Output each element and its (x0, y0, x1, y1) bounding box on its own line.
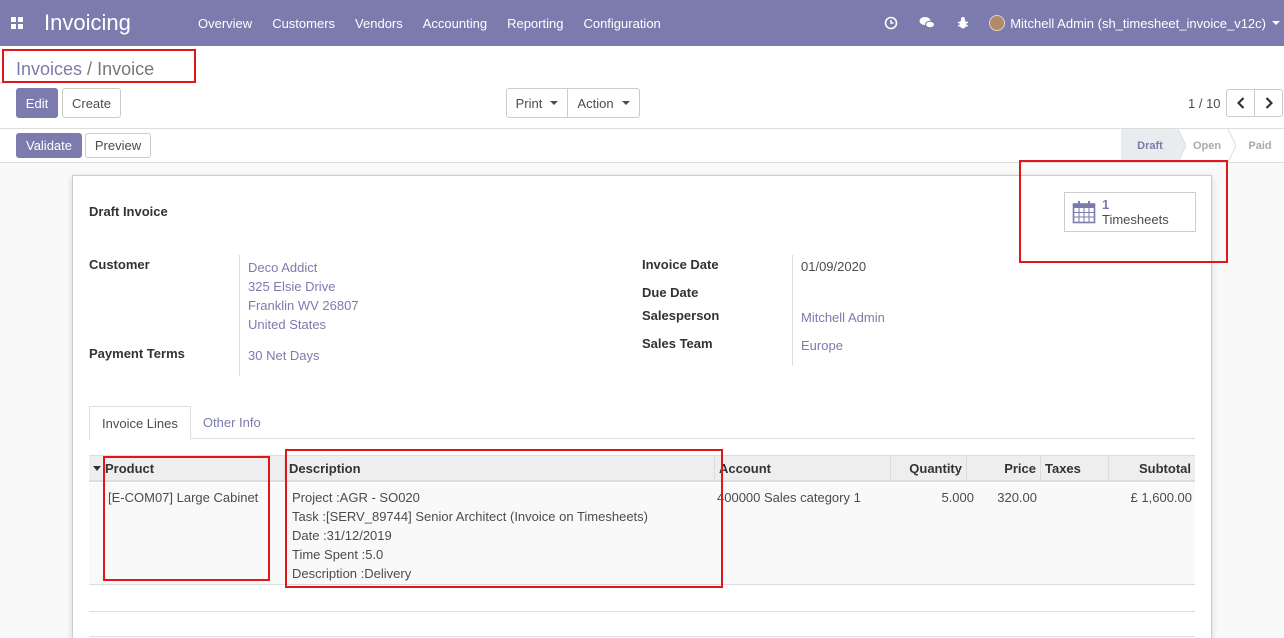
chevron-down-icon (1272, 21, 1280, 25)
validate-button[interactable]: Validate (16, 133, 82, 158)
stage-arrow-icon (1228, 129, 1236, 162)
column-price[interactable]: Price (967, 456, 1041, 481)
top-navbar: Invoicing Overview Customers Vendors Acc… (0, 0, 1284, 46)
salesperson-value[interactable]: Mitchell Admin (801, 310, 885, 325)
menu-overview[interactable]: Overview (188, 16, 262, 31)
payment-terms-value[interactable]: 30 Net Days (248, 348, 320, 363)
stage-arrow-icon (1178, 129, 1186, 162)
pager-previous-button[interactable] (1226, 89, 1255, 117)
column-taxes[interactable]: Taxes (1041, 456, 1109, 481)
avatar (989, 15, 1006, 31)
highlight-breadcrumb (2, 49, 196, 83)
chevron-left-icon (1236, 97, 1244, 109)
sort-caret-icon (93, 466, 101, 471)
column-quantity[interactable]: Quantity (891, 456, 967, 481)
row-price: 320.00 (997, 490, 1037, 505)
chevron-down-icon (550, 101, 559, 105)
print-dropdown[interactable]: Print (506, 88, 568, 118)
payment-terms-label: Payment Terms (89, 346, 185, 361)
invoice-date-label: Invoice Date (642, 257, 719, 272)
sales-team-value[interactable]: Europe (801, 338, 843, 353)
notebook-tabs: Invoice Lines Other Info (89, 406, 1195, 440)
customer-label: Customer (89, 257, 150, 272)
customer-address[interactable]: Deco Addict 325 Elsie Drive Franklin WV … (248, 258, 359, 334)
row-subtotal: £ 1,600.00 (1130, 490, 1192, 505)
main-menu: Overview Customers Vendors Accounting Re… (188, 16, 671, 31)
row-quantity: 5.000 (941, 490, 974, 505)
app-title: Invoicing (44, 10, 131, 35)
row-account: 400000 Sales category 1 (717, 490, 861, 505)
field-divider (239, 255, 240, 376)
invoice-title: Draft Invoice (89, 204, 168, 219)
highlight-product (103, 456, 270, 581)
pager-next-button[interactable] (1254, 89, 1283, 117)
edit-button[interactable]: Edit (16, 88, 58, 118)
action-label: Action (577, 95, 614, 111)
menu-reporting[interactable]: Reporting (497, 16, 573, 31)
preview-button[interactable]: Preview (85, 133, 151, 158)
chevron-down-icon (621, 101, 630, 105)
pager-counter[interactable]: 1 / 10 (1188, 96, 1221, 111)
highlight-description (285, 449, 723, 588)
column-account[interactable]: Account (715, 456, 891, 481)
field-divider (792, 255, 793, 366)
menu-accounting[interactable]: Accounting (413, 16, 497, 31)
user-menu[interactable]: Mitchell Admin (sh_timesheet_invoice_v12… (981, 15, 1284, 31)
stage-draft[interactable]: Draft (1121, 129, 1179, 162)
menu-vendors[interactable]: Vendors (345, 16, 413, 31)
activity-clock-icon[interactable] (873, 16, 909, 30)
due-date-label: Due Date (642, 285, 699, 300)
action-dropdown[interactable]: Action (567, 88, 640, 118)
debug-bug-icon[interactable] (945, 16, 981, 30)
menu-customers[interactable]: Customers (262, 16, 345, 31)
tab-other-info[interactable]: Other Info (191, 406, 273, 439)
customer-name: Deco Addict (248, 260, 318, 275)
sales-team-label: Sales Team (642, 336, 713, 351)
customer-street: 325 Elsie Drive (248, 279, 336, 294)
stage-paid[interactable]: Paid (1236, 129, 1284, 162)
tab-invoice-lines[interactable]: Invoice Lines (89, 406, 191, 440)
user-name: Mitchell Admin (sh_timesheet_invoice_v12… (1010, 15, 1266, 31)
menu-configuration[interactable]: Configuration (573, 16, 670, 31)
highlight-timesheets (1019, 160, 1228, 263)
table-row-divider (89, 611, 1195, 612)
stage-open[interactable]: Open (1186, 129, 1228, 162)
customer-city: Franklin WV 26807 (248, 298, 359, 313)
column-subtotal[interactable]: Subtotal (1109, 456, 1195, 481)
table-row-divider (89, 636, 1195, 637)
salesperson-label: Salesperson (642, 308, 720, 323)
status-bar: Draft Open Paid (0, 129, 1284, 163)
customer-country: United States (248, 317, 327, 332)
print-label: Print (515, 95, 543, 111)
apps-menu-icon[interactable] (11, 17, 23, 29)
stage-indicator: Draft Open Paid (1121, 129, 1284, 162)
create-button[interactable]: Create (62, 88, 121, 118)
invoice-date-value[interactable]: 01/09/2020 (801, 259, 866, 274)
chevron-right-icon (1265, 97, 1273, 109)
messages-icon[interactable] (909, 16, 945, 30)
